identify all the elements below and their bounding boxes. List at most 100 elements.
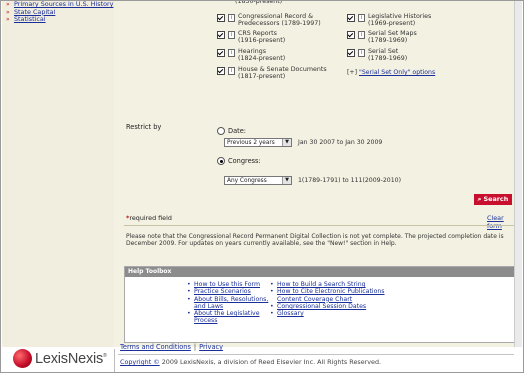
bullet-icon: • [187,295,191,303]
collection-label: CRS Reports (1916-present) [238,30,286,45]
footer-divider [114,349,115,372]
sidebar-list: »Research»Primary Sources in U.S. Histor… [6,1,114,24]
help-link[interactable]: • Congressional Session Dates [270,303,385,310]
collection-option: i Hearings (1824-present) [217,48,285,63]
collection-label: Serial Set Maps (1789-1969) [368,30,417,45]
help-link-label: and Laws [194,302,224,310]
copyright: Copyright © 2009 LexisNexis, a division … [120,358,381,366]
info-icon[interactable]: i [228,67,235,75]
date-range-text: Jan 30 2007 to Jan 30 2009 [298,139,383,146]
search-button[interactable]: ⌕ Search [474,194,512,205]
congress-select-value: Any Congress [227,178,267,184]
bullet-icon: • [270,281,274,288]
collection-option: i Serial Set (1789-1969) [347,48,407,63]
congress-label: Congress: [228,157,261,165]
required-field-note: *required field [126,214,172,222]
bullet-icon: • [270,302,274,310]
scrollbar[interactable] [514,1,522,347]
help-toolbox: Help Toolbox • How to Use this Form • Pract… [124,266,515,343]
congress-select[interactable]: Any Congress ▼ [224,176,292,185]
help-link-label: Glossary [277,310,304,318]
help-link[interactable]: • About Bills, Resolutions, [187,296,268,303]
arrow-icon: » [6,8,10,16]
footer-rule [118,354,514,355]
collection-label: House & Senate Documents (1817-present) [238,66,327,81]
help-link-label: Content Coverage Chart [277,295,353,303]
help-link-label: How to Cite Electronic Publications [277,288,385,296]
date-select[interactable]: Previous 2 years ▼ [224,138,292,147]
info-icon[interactable]: i [228,14,235,22]
collection-option: i Serial Set Maps (1789-1969) [347,30,417,45]
checkbox[interactable] [217,67,225,75]
checkbox[interactable] [347,31,355,39]
clear-form-link[interactable]: Clear form [487,214,516,230]
date-label: Date: [228,127,246,135]
date-radio[interactable] [217,127,225,135]
help-link[interactable]: • How to Use this Form [187,281,268,288]
collection-label: (1830-present) [235,0,283,5]
checkbox[interactable] [217,49,225,57]
help-toolbox-title: Help Toolbox [125,267,514,277]
help-link[interactable]: • About the Legislative [187,310,268,317]
registered-mark: ® [103,352,107,359]
collection-option: i House & Senate Documents (1817-present) [217,66,327,81]
arrow-icon: » [6,16,10,24]
copyright-link[interactable]: Copyright © [120,358,160,366]
collection-option: i CRS Reports (1916-present) [217,30,285,45]
help-column-1: • How to Use this Form • Practice Scenarios… [187,281,268,325]
copyright-text: 2009 LexisNexis, a division of Reed Else… [159,358,382,366]
help-link[interactable]: Process [187,317,268,324]
help-link[interactable]: • Glossary [270,310,385,317]
chevron-down-icon: ▼ [282,139,291,146]
expand-icon[interactable]: [+] [347,69,357,76]
collection-label: Legislative Histories (1969-present) [368,13,432,28]
help-link[interactable]: • How to Cite Electronic Publications [270,288,385,295]
help-link-label: How to Build a Search String [277,281,366,288]
info-icon[interactable]: i [358,49,365,57]
bullet-icon: • [187,310,191,318]
footer-separator: | [193,343,197,351]
sidebar: »Research»Primary Sources in U.S. Histor… [2,1,114,347]
bullet-icon [187,303,194,310]
logo-text: LexisNexis [35,350,104,367]
info-icon[interactable]: i [358,14,365,22]
search-icon: ⌕ [477,195,482,203]
checkbox[interactable] [217,31,225,39]
bullet-icon: • [187,281,191,288]
serial-set-options-link[interactable]: "Serial Set Only" options [359,69,435,76]
help-link-label: Congressional Session Dates [277,302,367,310]
bullet-icon: • [187,288,191,296]
bullet-icon [270,296,277,303]
help-link[interactable]: and Laws [187,303,268,310]
help-link[interactable]: • How to Build a Search String [270,281,385,288]
bullet-icon: • [270,288,274,296]
sidebar-item-label: Statistical [14,15,46,24]
info-icon[interactable]: i [228,31,235,39]
congress-range-text: 1(1789-1791) to 111(2009-2010) [298,177,402,184]
browser-frame: »Research»Primary Sources in U.S. Histor… [0,0,524,373]
checkbox[interactable] [217,14,225,22]
checkbox[interactable] [347,14,355,22]
terms-link[interactable]: Terms and Conditions [120,343,191,351]
divider [124,225,514,226]
info-icon[interactable]: i [228,49,235,57]
checkbox[interactable] [347,49,355,57]
collection-option: (1830-present) [235,0,283,5]
collection-label: Hearings (1824-present) [238,48,286,63]
required-field-text: required field [129,214,172,222]
restrict-by-label: Restrict by [126,123,162,131]
bullet-icon: • [270,310,274,318]
help-link-label: About Bills, Resolutions, [194,295,269,303]
footer-links: Terms and Conditions | Privacy [120,343,223,351]
help-link-label: How to Use this Form [194,281,261,288]
help-link[interactable]: • Practice Scenarios [187,288,268,295]
help-link-label: Practice Scenarios [194,288,251,296]
sidebar-item[interactable]: » Statistical [6,16,114,24]
help-link[interactable]: Content Coverage Chart [270,296,385,303]
congress-radio[interactable] [217,157,225,165]
help-link-label: About the Legislative [194,310,260,318]
privacy-link[interactable]: Privacy [199,343,223,351]
search-button-label: Search [483,195,509,203]
info-icon[interactable]: i [358,31,365,39]
logo-ball-icon [13,349,32,368]
